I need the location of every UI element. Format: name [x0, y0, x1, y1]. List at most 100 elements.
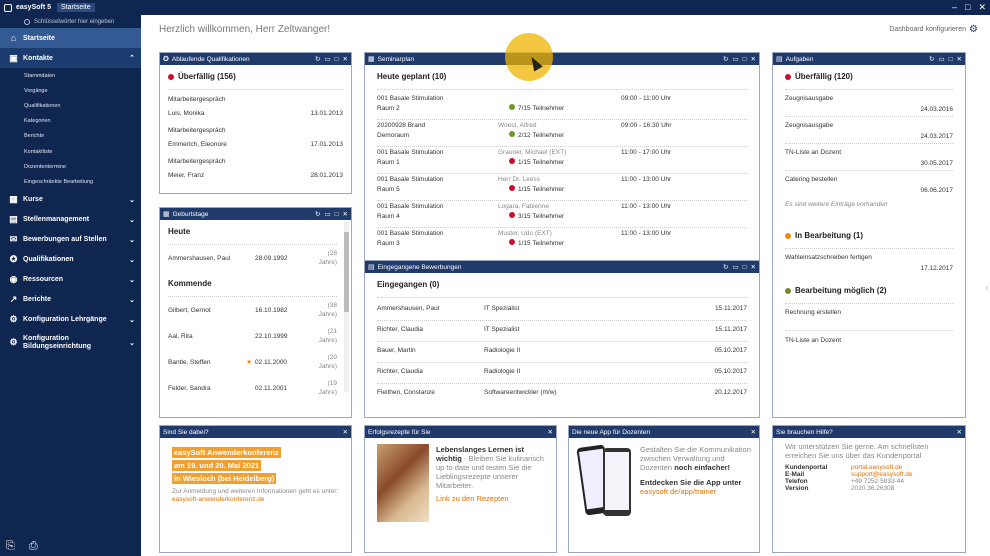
nav-sub-item[interactable]: Qualifikationen	[0, 98, 141, 113]
list-item[interactable]: Zeugnisausgabe 24.03.2017	[785, 117, 953, 144]
folder-icon[interactable]: ▭	[938, 55, 944, 63]
refresh-icon[interactable]: ↻	[315, 55, 320, 63]
nav-sub-item[interactable]: Kategorien	[0, 114, 141, 129]
contacts-submenu: Stammdaten Vorgänge Qualifikationen Kate…	[0, 68, 141, 190]
nav-sub-item[interactable]: Vorgänge	[0, 83, 141, 98]
portal-link[interactable]: portal.easysoft.de	[851, 464, 913, 471]
close-icon[interactable]: ✕	[343, 55, 348, 63]
maximize-icon[interactable]: □	[335, 56, 339, 63]
nav-sub-item[interactable]: Kontaktliste	[0, 144, 141, 159]
close-icon[interactable]: ✕	[978, 2, 986, 12]
close-icon[interactable]: ✕	[957, 428, 962, 436]
close-icon[interactable]: ✕	[751, 55, 756, 63]
export-icon[interactable]: ⎘	[6, 540, 15, 553]
close-icon[interactable]: ✕	[751, 428, 756, 436]
close-icon[interactable]: ✕	[548, 428, 553, 436]
scrollbar[interactable]	[344, 222, 349, 392]
nav-sub-item[interactable]: Dozententermine	[0, 159, 141, 174]
table-row[interactable]: 20200928 Brand Demoraum Woest, Alfred 2/1…	[377, 120, 747, 147]
maximize-icon[interactable]: □	[743, 56, 747, 63]
app-link[interactable]: easysoft.de/app/trainer	[640, 487, 755, 496]
list-item[interactable]: Rechnung erstellen	[785, 304, 953, 331]
list-item[interactable]: TN-Liste an Dozent	[785, 331, 953, 351]
gear-icon[interactable]: ⚙	[969, 24, 978, 35]
close-icon[interactable]: ✕	[751, 263, 756, 271]
configure-dashboard-link[interactable]: Dashboard konfigurieren	[889, 26, 966, 33]
nav-ressourcen[interactable]: ◉ Ressourcen ⌄	[0, 270, 141, 290]
section-title: Eingegangen (0)	[377, 280, 440, 289]
print-icon[interactable]: ⎙	[29, 540, 38, 553]
close-icon[interactable]: ✕	[343, 428, 348, 436]
promo-date: am 19. und 20. Mai 2021	[172, 460, 262, 471]
email-link[interactable]: support@easysoft.de	[851, 471, 913, 478]
maximize-icon[interactable]: □	[949, 56, 953, 63]
list-item[interactable]: Wahleinsatzschreiben fertigen 17.12.2017	[785, 249, 953, 283]
table-row[interactable]: 001 Basale Stimulation Raum 2 7/15 Teilne…	[377, 93, 747, 120]
list-item[interactable]: Aal, Rita 22.10.1999 (21 Jahre)	[168, 327, 337, 353]
nav-berichte[interactable]: ↗ Berichte ⌄	[0, 290, 141, 310]
table-row[interactable]: Richter, Claudia Radiologie II 05.10.2017	[377, 363, 747, 384]
list-item[interactable]: Catering bestellen 06.06.2017	[785, 171, 953, 198]
tab-startseite[interactable]: Startseite	[57, 3, 95, 12]
chevron-down-icon: ⌄	[129, 296, 135, 304]
table-row[interactable]: 001 Basale Stimulation Raum 4 Logara, Fab…	[377, 201, 747, 228]
maximize-icon[interactable]: □	[743, 264, 747, 271]
folder-icon[interactable]: ▭	[324, 55, 330, 63]
search-input[interactable]: Schlüsselwörter hier eingeben	[34, 19, 114, 25]
table-row[interactable]: Bauer, Martin Radiologie II 05.10.2017	[377, 342, 747, 363]
nav-kontakte[interactable]: ▣ Kontakte ⌃	[0, 48, 141, 68]
list-item[interactable]: Mitarbeitergespräch Emmerich, Eleonore 17…	[168, 127, 343, 158]
list-item[interactable]: Felder, Sandra 02.11.2001 (19 Jahre)	[168, 379, 337, 405]
table-row[interactable]: 001 Basale Stimulation Raum 5 Herr Dr. Le…	[377, 174, 747, 201]
sidebar-search[interactable]: Schlüsselwörter hier eingeben	[0, 15, 141, 28]
list-item[interactable]: Zeugnisausgabe 24.03.2016	[785, 90, 953, 117]
list-item[interactable]: Ammershausen, Paul 28.09.1992 (28 Jahre)	[168, 249, 337, 273]
panel-tools: ↻ ▭ □ ✕	[723, 53, 756, 65]
nav-sub-item[interactable]: Berichte	[0, 129, 141, 144]
star-icon: ★	[246, 359, 253, 366]
nav-stellenmanagement[interactable]: ▤ Stellenmanagement ⌄	[0, 210, 141, 230]
list-item[interactable]: Mitarbeitergespräch Meier, Franz 28.01.20…	[168, 158, 343, 189]
panel-applications: ▤ Eingegangene Bewerbungen ↻ ▭ □ ✕ Eingegang…	[364, 260, 760, 418]
table-row[interactable]: 001 Basale Stimulation Raum 3 Muster, Udo…	[377, 228, 747, 255]
table-row[interactable]: Richter, Claudia IT Spezialist 15.11.2017	[377, 321, 747, 342]
panel-conference-promo: Sind Sie dabei? ✕ easySoft Anwenderkonfer…	[159, 425, 352, 553]
more-entries-note: Es sind weitere Einträge vorhanden	[785, 201, 888, 208]
list-item[interactable]: Mitarbeitergespräch Luis, Monika 13.01.20…	[168, 96, 343, 127]
nav-konfiguration-lehrgaenge[interactable]: ⚙ Konfiguration Lehrgänge ⌄	[0, 310, 141, 330]
table-row[interactable]: Ammershausen, Paul IT Spezialist 15.11.201…	[377, 300, 747, 321]
close-icon[interactable]: ✕	[343, 210, 348, 218]
nav-kurse[interactable]: ▦ Kurse ⌄	[0, 190, 141, 210]
nav-sub-item[interactable]: Stammdaten	[0, 68, 141, 83]
minimize-icon[interactable]: –	[952, 2, 957, 12]
table-row[interactable]: Fleithen, Constanze Softwareentwickler (m…	[377, 384, 747, 405]
refresh-icon[interactable]: ↻	[723, 55, 728, 63]
conference-link[interactable]: easysoft-anwenderkonferenz.de	[172, 496, 339, 503]
nav-bewerbungen[interactable]: ✉ Bewerbungen auf Stellen ⌄	[0, 230, 141, 250]
applications-icon: ✉	[9, 234, 18, 244]
refresh-icon[interactable]: ↻	[929, 55, 934, 63]
panel-title: Seminarplan	[377, 55, 415, 63]
table-row[interactable]: 001 Basale Stimulation Raum 1 Grauner, Mi…	[377, 147, 747, 174]
nav-sub-item[interactable]: Eingeschränkte Bearbeitung	[0, 174, 141, 189]
maximize-icon[interactable]: □	[335, 211, 339, 218]
list-item[interactable]: Gilbert, Gernot 16.10.1982 (38 Jahre)	[168, 301, 337, 327]
recipes-link[interactable]: Link zu den Rezepten	[436, 494, 551, 503]
folder-icon[interactable]: ▭	[732, 263, 738, 271]
phone-image	[603, 448, 631, 516]
maximize-icon[interactable]: □	[965, 2, 970, 12]
close-icon[interactable]: ✕	[957, 55, 962, 63]
collapse-right-icon[interactable]: ‹	[986, 285, 988, 292]
nav-konfiguration-bildungseinrichtung[interactable]: ⚙ Konfiguration Bildungseinrichtung ⌄	[0, 330, 141, 356]
list-item[interactable]: Bantle, Steffen ★ 02.11.2000 (20 Jahre)	[168, 353, 337, 379]
panel-tools: ↻ ▭ □ ✕	[315, 208, 348, 220]
refresh-icon[interactable]: ↻	[723, 263, 728, 271]
refresh-icon[interactable]: ↻	[315, 210, 320, 218]
list-item[interactable]: TN-Liste an Dozent 30.05.2017	[785, 144, 953, 171]
panel-title: Aufgaben	[785, 55, 814, 63]
nav-qualifikationen[interactable]: ✪ Qualifikationen ⌄	[0, 250, 141, 270]
nav-startseite[interactable]: ⌂ Startseite	[0, 28, 141, 48]
folder-icon[interactable]: ▭	[732, 55, 738, 63]
scrollbar-thumb[interactable]	[344, 232, 349, 312]
folder-icon[interactable]: ▭	[324, 210, 330, 218]
